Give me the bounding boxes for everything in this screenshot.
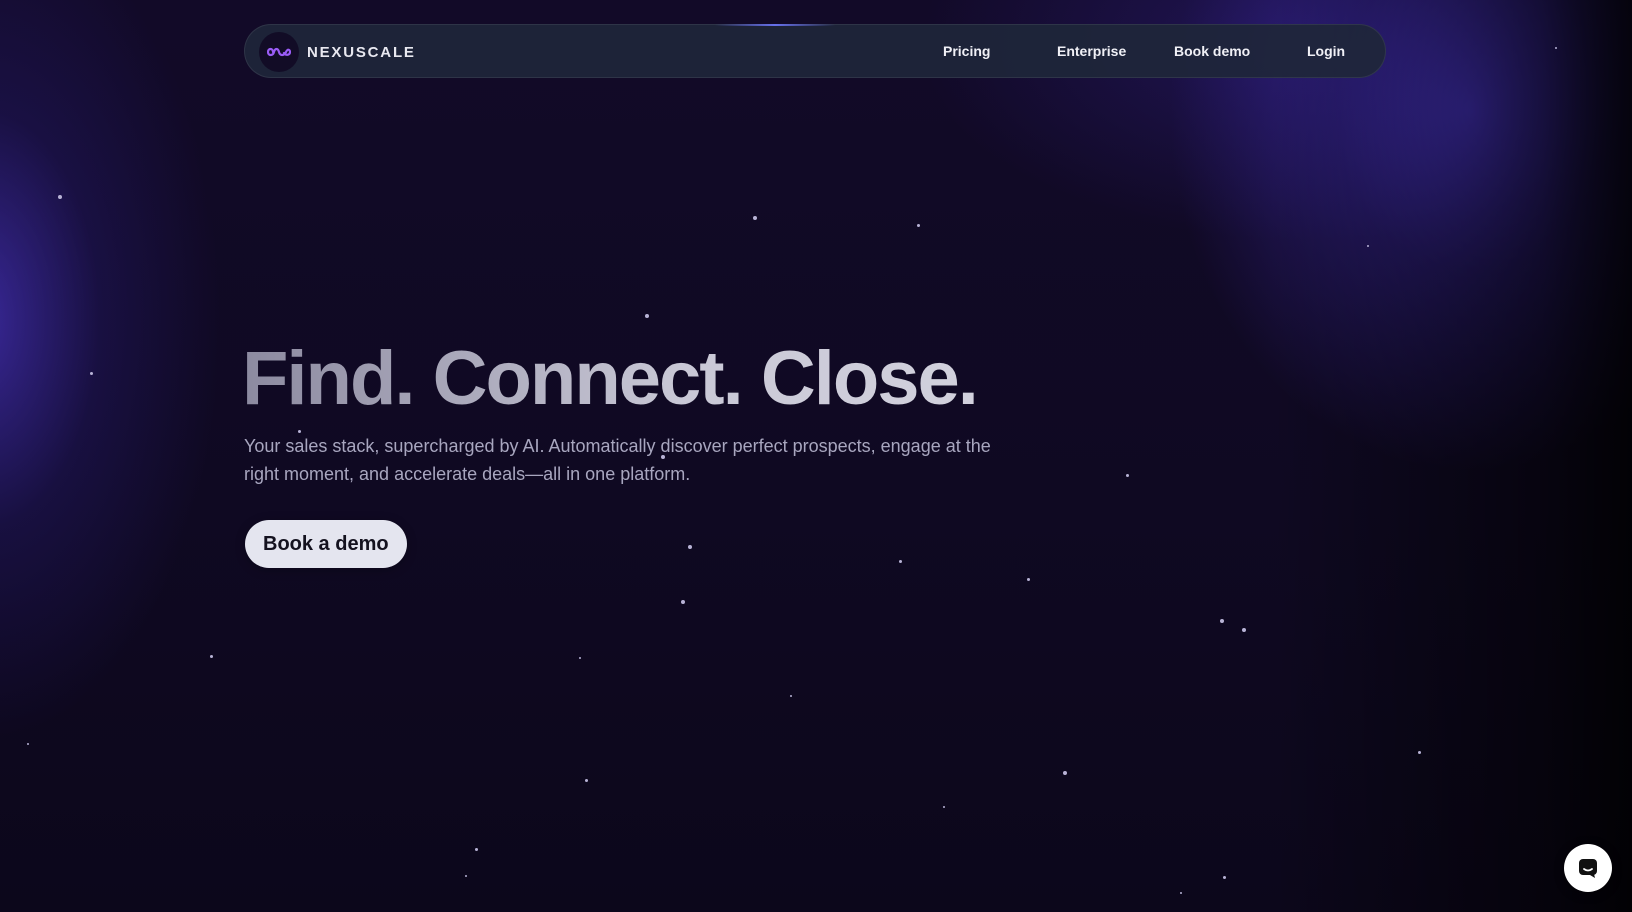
book-a-demo-button[interactable]: Book a demo	[245, 520, 407, 568]
star	[475, 848, 478, 851]
star	[465, 875, 467, 877]
hero-headline: Find. Connect. Close.	[242, 336, 979, 421]
landing-page: NEXUSCALE Pricing Enterprise Book demo L…	[0, 0, 1632, 912]
star	[27, 743, 29, 745]
navbar-glow-accent	[715, 24, 835, 26]
navbar: NEXUSCALE Pricing Enterprise Book demo L…	[244, 24, 1386, 78]
star	[1126, 474, 1129, 477]
star	[753, 216, 757, 220]
star	[899, 560, 902, 563]
star	[1063, 771, 1067, 775]
star	[58, 195, 62, 199]
chat-widget-button[interactable]	[1564, 844, 1612, 892]
star	[1220, 619, 1224, 623]
star	[1180, 892, 1182, 894]
star	[943, 806, 945, 808]
nav-link-enterprise[interactable]: Enterprise	[1057, 43, 1126, 59]
star	[681, 600, 685, 604]
star	[790, 695, 792, 697]
brand-name: NEXUSCALE	[307, 43, 416, 61]
star	[917, 224, 920, 227]
star	[1418, 751, 1421, 754]
star	[1223, 876, 1226, 879]
star	[579, 657, 581, 659]
chat-bubble-icon	[1579, 859, 1597, 878]
brand-home-link[interactable]: NEXUSCALE	[259, 32, 416, 72]
star	[1367, 245, 1369, 247]
star	[1242, 628, 1246, 632]
nav-link-pricing[interactable]: Pricing	[943, 43, 990, 59]
nav-link-login[interactable]: Login	[1307, 43, 1345, 59]
background-vignette	[1272, 0, 1632, 912]
star	[585, 779, 588, 782]
star	[1027, 578, 1030, 581]
star	[210, 655, 213, 658]
nav-link-book-demo[interactable]: Book demo	[1174, 43, 1250, 59]
star	[645, 314, 649, 318]
star	[1555, 47, 1557, 49]
hero-subtext: Your sales stack, supercharged by AI. Au…	[244, 436, 991, 484]
star	[90, 372, 93, 375]
infinity-loop-icon	[259, 32, 299, 72]
star	[688, 545, 692, 549]
